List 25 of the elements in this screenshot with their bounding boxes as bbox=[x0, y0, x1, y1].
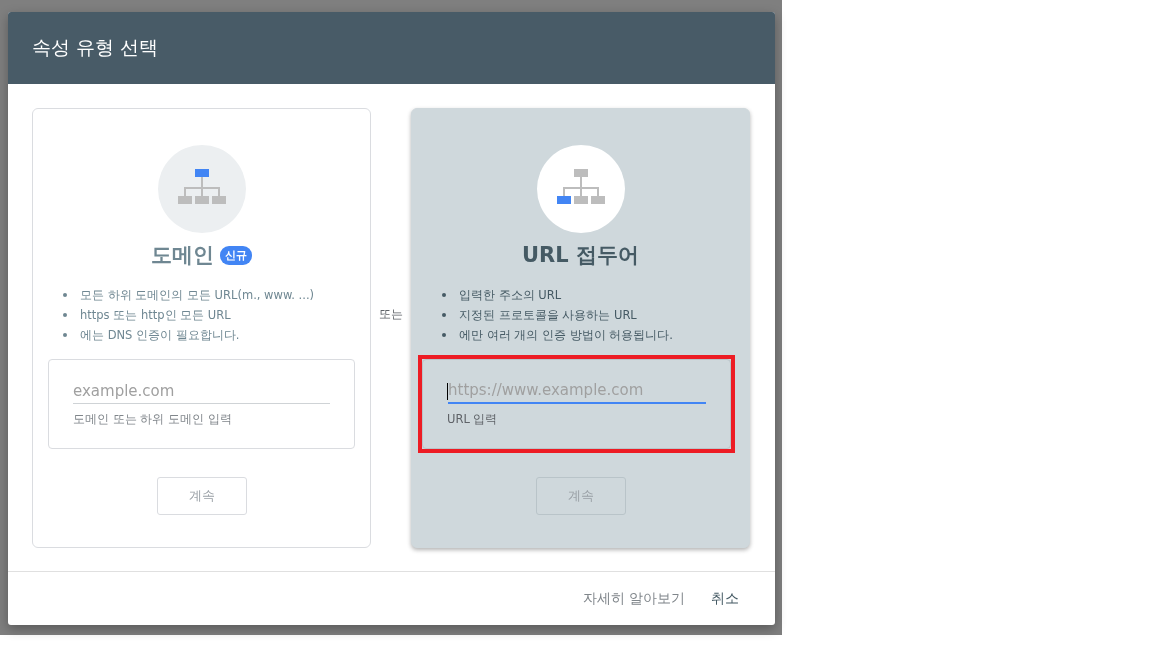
sitemap-icon bbox=[536, 145, 625, 233]
bullet-icon bbox=[442, 333, 446, 337]
separator-text: 또는 bbox=[378, 306, 404, 323]
helper-text: 도메인 또는 하위 도메인 입력 bbox=[73, 412, 233, 427]
bullet-item: https 또는 http인 모든 URL bbox=[80, 307, 231, 323]
footer-button[interactable]: 취소 bbox=[701, 583, 749, 614]
helper-text: URL 입력 bbox=[447, 412, 499, 427]
text-cursor bbox=[447, 382, 448, 400]
bullet-item: 모든 하위 도메인의 모든 URL(m., www. ...) bbox=[80, 287, 315, 303]
card-title: 도메인 bbox=[151, 242, 214, 269]
sitemap-icon bbox=[157, 145, 246, 233]
bullet-item: 에는 DNS 인증이 필요합니다. bbox=[80, 327, 240, 343]
footer-button[interactable]: 자세히 알아보기 bbox=[572, 583, 695, 614]
input-field[interactable]: https://www.example.com bbox=[448, 378, 706, 404]
bullet-item: 입력한 주소의 URL bbox=[459, 287, 562, 303]
bullet-icon bbox=[63, 333, 67, 337]
bullet-icon bbox=[63, 313, 67, 317]
card-title: URL 접두어 bbox=[522, 242, 639, 269]
dialog-title: 속성 유형 선택 bbox=[32, 35, 159, 60]
bullet-icon bbox=[442, 293, 446, 297]
bullet-icon bbox=[442, 313, 446, 317]
new-badge: 신규 bbox=[220, 245, 252, 265]
bullet-icon bbox=[63, 293, 67, 297]
bullet-item: 에만 여러 개의 인증 방법이 허용됩니다. bbox=[459, 327, 673, 343]
bullet-item: 지정된 프로토콜을 사용하는 URL bbox=[459, 307, 637, 323]
